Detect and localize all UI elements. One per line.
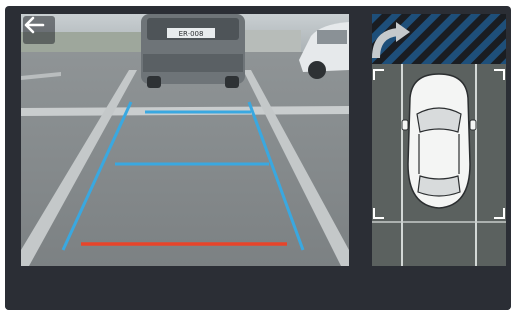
hatched-camera-zone (372, 14, 506, 64)
left-arrow-icon (24, 16, 45, 34)
car-top-view-icon (401, 73, 477, 209)
camera-scene: ER·008 (21, 14, 349, 266)
parked-car-rear: ER·008 (141, 14, 245, 88)
top-view-scene (372, 14, 506, 266)
bottom-bar (5, 268, 511, 310)
back-button[interactable] (23, 16, 55, 44)
rear-camera-view: ER·008 (21, 14, 349, 266)
license-plate-text: ER·008 (179, 30, 204, 38)
distant-building (241, 30, 301, 54)
parking-display: ER·008 (5, 6, 511, 310)
top-view-panel (372, 14, 506, 266)
